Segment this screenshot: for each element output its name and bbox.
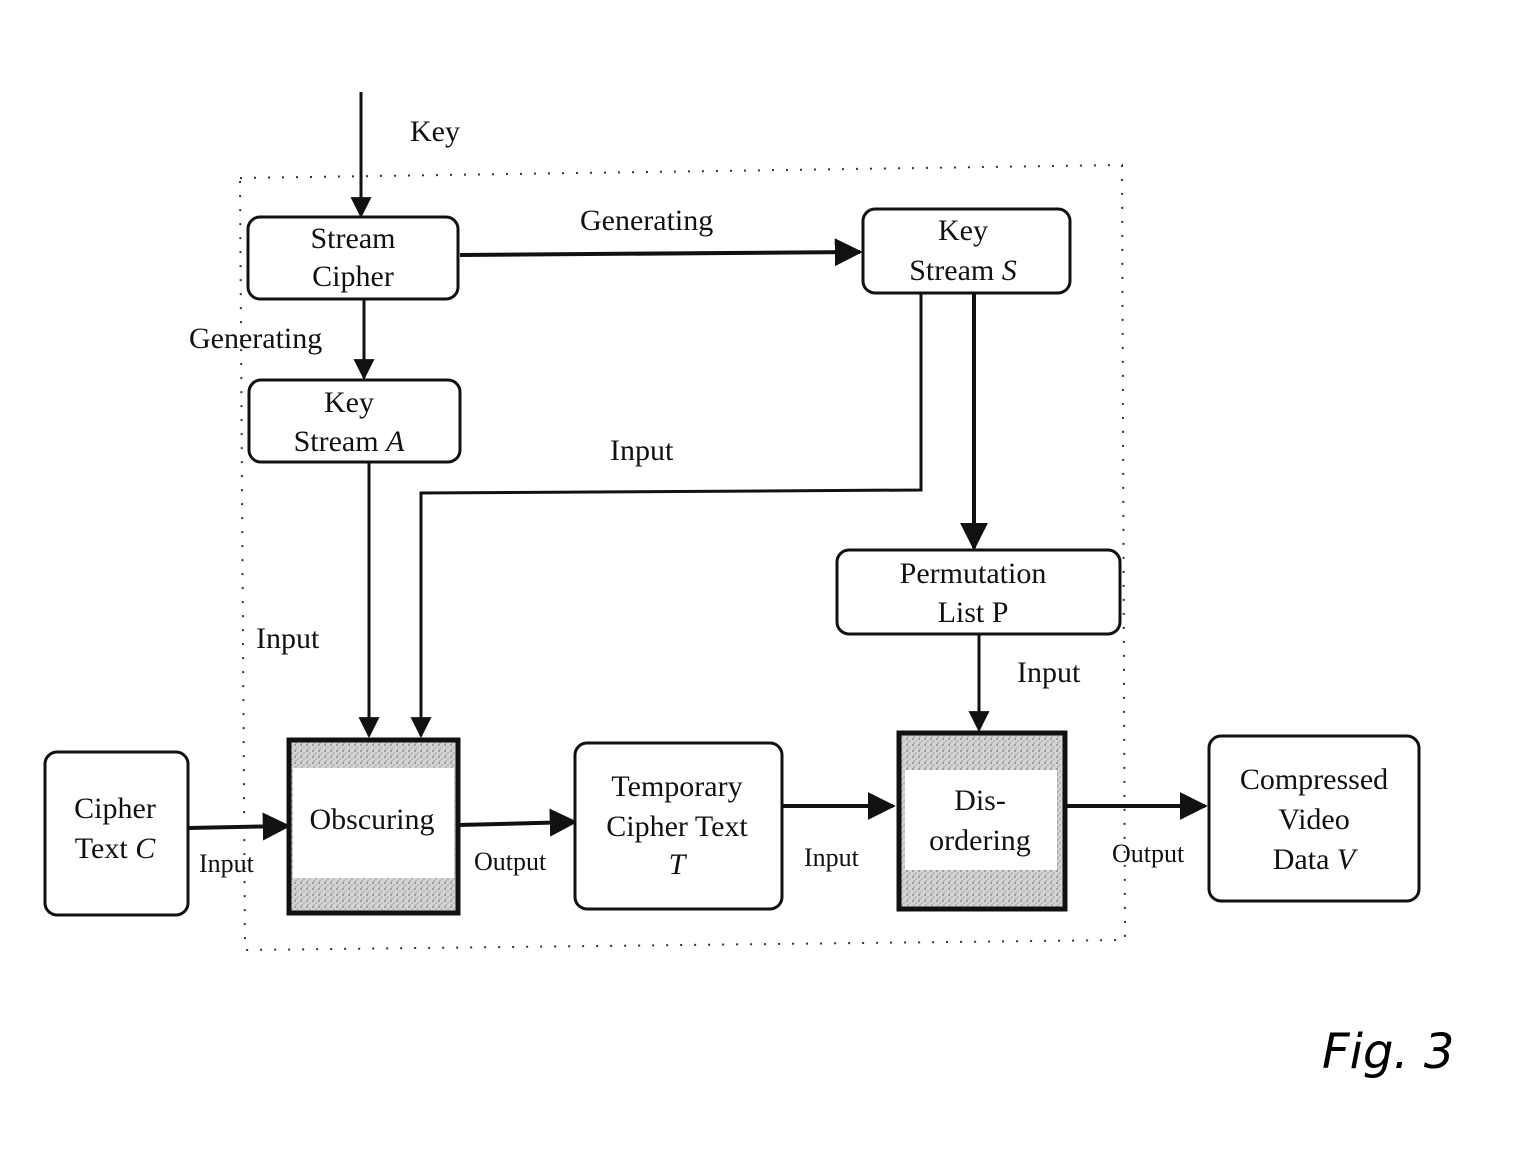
node-key-stream-a: Key Stream A (247, 378, 462, 464)
key-stream-a-label-2: Stream A (294, 425, 405, 458)
figure-label: Fig. 3 (1322, 1024, 1454, 1080)
encryption-flow-diagram: Stream Cipher Key Stream A Key Stream S … (43, 92, 1454, 1080)
edge-label-input-s: Input (610, 434, 674, 467)
node-cipher-text: Cipher Text C (43, 750, 190, 917)
temporary-label-1: Temporary (611, 770, 742, 803)
compressed-video-label-1: Compressed (1240, 763, 1388, 796)
cipher-text-label-2: Text C (75, 832, 156, 865)
edge-label-output-obscuring: Output (474, 847, 547, 876)
temporary-label-2: Cipher Text (606, 810, 748, 843)
node-key-stream-s: Key Stream S (861, 207, 1072, 295)
edge-label-input-c: Input (199, 849, 255, 878)
node-compressed-video-data: Compressed Video Data V (1207, 734, 1421, 903)
permutation-list-label-1: Permutation (900, 557, 1047, 590)
edge-label-input-a: Input (256, 622, 320, 655)
compressed-video-label-2: Video (1278, 803, 1350, 836)
stream-cipher-label-1: Stream (311, 222, 396, 255)
temporary-label-var: T (669, 848, 688, 881)
disordering-label-1: Dis- (954, 784, 1006, 817)
cipher-text-to-obscuring-arrow (187, 812, 291, 841)
edge-label-key: Key (410, 115, 460, 148)
edge-label-input-p: Input (1017, 656, 1081, 689)
key-stream-s-label-2: Stream S (909, 254, 1016, 287)
edge-label-output-disordering: Output (1112, 839, 1185, 868)
disordering-label-2: ordering (929, 824, 1031, 857)
obscuring-label: Obscuring (310, 803, 435, 836)
key-stream-s-label-1: Key (938, 214, 988, 247)
obscuring-to-temporary-arrow (457, 808, 578, 837)
edge-label-generating-left: Generating (189, 322, 322, 355)
key-stream-s-to-obscuring-arrow (410, 293, 923, 739)
key-stream-a-label-1: Key (324, 386, 374, 419)
edge-label-input-t: Input (804, 843, 860, 872)
cipher-text-label-1: Cipher (74, 792, 156, 825)
generating-arrow-to-key-stream-s (459, 238, 863, 267)
permutation-list-label-2: List P (938, 596, 1009, 629)
node-obscuring: Obscuring (286, 737, 461, 916)
node-permutation-list: Permutation List P (835, 548, 1122, 636)
stream-cipher-label-2: Cipher (312, 260, 394, 293)
node-stream-cipher: Stream Cipher (246, 215, 460, 301)
edge-label-generating-top: Generating (580, 204, 713, 237)
compressed-video-label-3: Data V (1273, 843, 1359, 876)
node-temporary-cipher-text: Temporary Cipher Text T (573, 741, 784, 911)
node-disordering: Dis- ordering (896, 730, 1068, 912)
